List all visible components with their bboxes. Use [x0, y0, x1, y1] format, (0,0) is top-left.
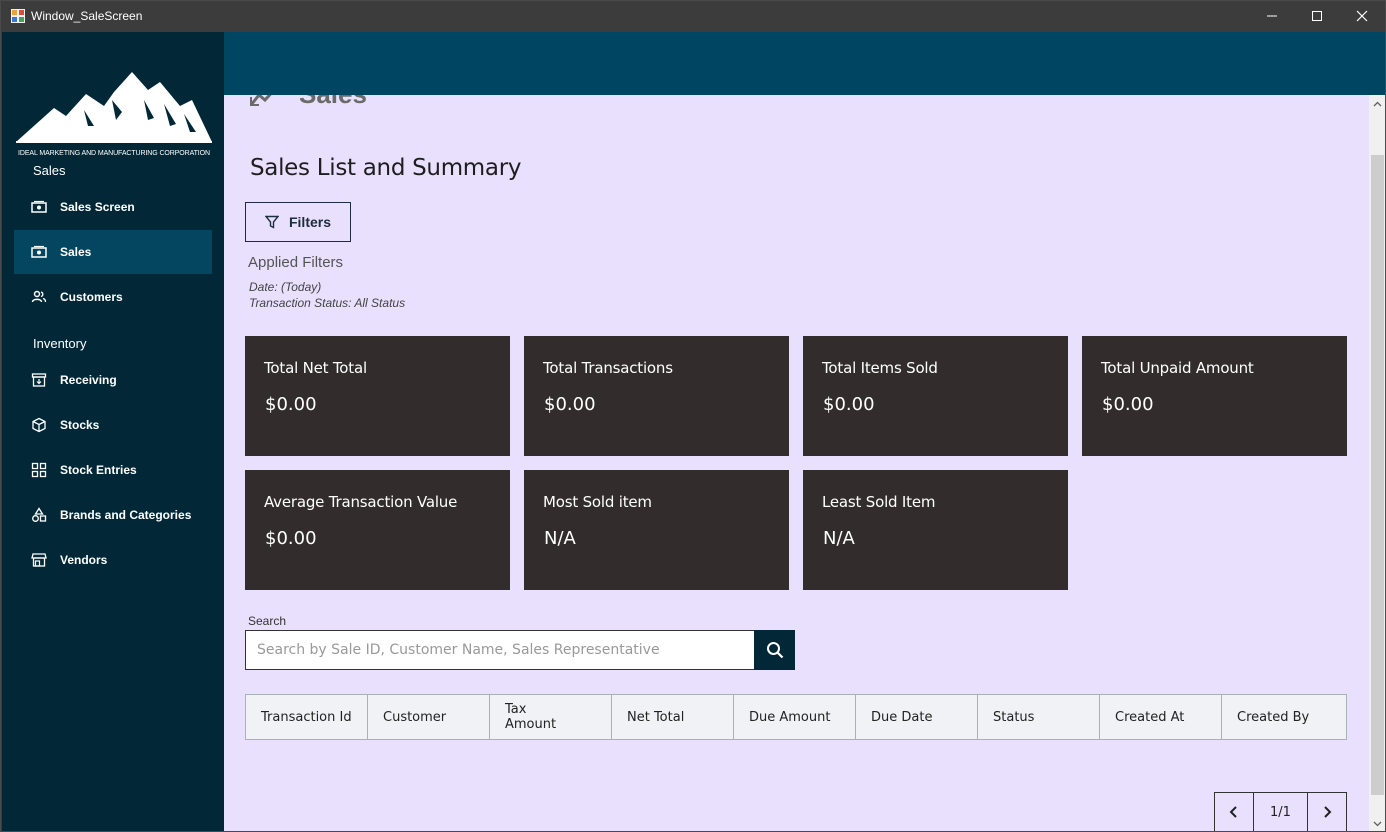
sidebar-item-vendors[interactable]: Vendors — [14, 538, 212, 582]
sidebar-item-label: Stock Entries — [60, 463, 137, 477]
sidebar-item-label: Stocks — [60, 418, 100, 432]
filters-button-label: Filters — [288, 214, 331, 230]
card-value: N/A — [823, 528, 855, 549]
section-heading: Sales List and Summary — [250, 155, 522, 181]
card-value: $0.00 — [823, 394, 875, 415]
section-label-inventory: Inventory — [33, 336, 87, 351]
people-icon — [31, 289, 47, 305]
card-label: Total Items Sold — [822, 359, 938, 377]
card-value: $0.00 — [544, 394, 596, 415]
window-title: Window_SaleScreen — [31, 9, 143, 23]
chevron-right-icon — [1324, 806, 1332, 818]
minimize-button[interactable] — [1249, 1, 1295, 31]
filters-button[interactable]: Filters — [245, 202, 351, 242]
summary-card-total-items-sold: Total Items Sold $0.00 — [803, 336, 1068, 456]
card-label: Most Sold item — [543, 493, 652, 511]
search-icon — [766, 642, 783, 659]
chevron-left-icon — [1229, 806, 1237, 818]
chevron-up-icon — [1373, 101, 1382, 106]
sidebar-item-sales[interactable]: Sales — [14, 230, 212, 274]
column-header-net-total[interactable]: Net Total — [612, 695, 734, 739]
sidebar-item-label: Receiving — [60, 373, 117, 387]
search-button[interactable] — [754, 630, 795, 670]
title-bar: Window_SaleScreen — [1, 1, 1385, 31]
sidebar-item-stocks[interactable]: Stocks — [14, 403, 212, 447]
summary-card-least-sold-item: Least Sold Item N/A — [803, 470, 1068, 590]
column-header-due-amount[interactable]: Due Amount — [734, 695, 856, 739]
column-header-created-by[interactable]: Created By — [1222, 695, 1346, 739]
sidebar-item-label: Sales Screen — [60, 200, 135, 214]
shapes-icon — [31, 507, 47, 523]
maximize-button[interactable] — [1294, 1, 1340, 31]
filter-icon — [264, 215, 279, 229]
summary-card-total-transactions: Total Transactions $0.00 — [524, 336, 789, 456]
card-value: N/A — [544, 528, 576, 549]
previous-page-button[interactable] — [1214, 792, 1254, 831]
sidebar: IDEAL MARKETING AND MANUFACTURING CORPOR… — [2, 32, 224, 831]
page-indicator-label: 1/1 — [1270, 804, 1291, 820]
column-header-status[interactable]: Status — [978, 695, 1100, 739]
summary-card-total-net-total: Total Net Total $0.00 — [245, 336, 510, 456]
close-icon — [1356, 10, 1368, 22]
sidebar-item-brands-and-categories[interactable]: Brands and Categories — [14, 493, 212, 537]
column-header-customer[interactable]: Customer — [368, 695, 490, 739]
card-label: Average Transaction Value — [264, 493, 458, 511]
minimize-icon — [1267, 15, 1277, 17]
summary-card-average-transaction-value: Average Transaction Value $0.00 — [245, 470, 510, 590]
page-indicator: 1/1 — [1253, 792, 1308, 831]
box-icon — [31, 417, 47, 433]
card-label: Total Net Total — [264, 359, 367, 377]
maximize-icon — [1312, 11, 1322, 21]
search-caption: Search — [248, 614, 287, 628]
sidebar-item-label: Customers — [60, 290, 123, 304]
scrollbar-thumb[interactable] — [1371, 155, 1384, 795]
section-label-sales: Sales — [33, 163, 66, 178]
search-input[interactable] — [245, 630, 755, 670]
main-content: Sales Sales List and Summary Filters App… — [224, 95, 1369, 831]
summary-card-most-sold-item: Most Sold item N/A — [524, 470, 789, 590]
column-header-transaction-id[interactable]: Transaction Id — [246, 695, 368, 739]
top-header-band — [224, 32, 1385, 95]
applied-filter-status: Transaction Status: All Status — [249, 296, 406, 310]
trending-chart-icon — [249, 95, 272, 106]
grid-icon — [31, 462, 47, 478]
money-icon — [31, 199, 47, 215]
sidebar-item-label: Vendors — [60, 553, 108, 567]
card-value: $0.00 — [1102, 394, 1154, 415]
chevron-down-icon — [1373, 821, 1382, 826]
company-logo: IDEAL MARKETING AND MANUFACTURING CORPOR… — [14, 60, 214, 160]
applied-filters-title: Applied Filters — [248, 254, 344, 271]
sidebar-item-label: Brands and Categories — [60, 508, 192, 522]
column-header-due-date[interactable]: Due Date — [856, 695, 978, 739]
store-icon — [31, 552, 47, 568]
summary-card-total-unpaid-amount: Total Unpaid Amount $0.00 — [1082, 336, 1347, 456]
card-label: Least Sold Item — [822, 493, 936, 511]
vertical-scrollbar[interactable] — [1369, 95, 1385, 831]
mountain-logo-icon — [16, 72, 212, 143]
sales-table-header: Transaction Id Customer Tax Amount Net T… — [245, 694, 1347, 740]
sidebar-item-receiving[interactable]: Receiving — [14, 358, 212, 402]
column-header-tax-amount[interactable]: Tax Amount — [490, 695, 612, 739]
applied-filter-date: Date: (Today) — [249, 280, 322, 294]
column-header-created-at[interactable]: Created At — [1100, 695, 1222, 739]
next-page-button[interactable] — [1307, 792, 1347, 831]
close-window-button[interactable] — [1339, 1, 1385, 31]
sidebar-item-sales-screen[interactable]: Sales Screen — [14, 185, 212, 229]
money-icon — [31, 244, 47, 260]
sidebar-item-stock-entries[interactable]: Stock Entries — [14, 448, 212, 492]
card-value: $0.00 — [265, 394, 317, 415]
sidebar-item-customers[interactable]: Customers — [14, 275, 212, 319]
app-window: Window_SaleScreen IDEAL MARKETING AND MA… — [0, 0, 1386, 832]
card-label: Total Unpaid Amount — [1101, 359, 1254, 377]
logo-text: IDEAL MARKETING AND MANUFACTURING CORPOR… — [18, 150, 210, 157]
sidebar-item-label: Sales — [60, 245, 92, 259]
scroll-up-button[interactable] — [1369, 95, 1385, 112]
archive-icon — [31, 372, 47, 388]
scroll-down-button[interactable] — [1369, 815, 1385, 831]
app-icon — [11, 9, 25, 23]
page-title: Sales — [299, 95, 367, 110]
card-value: $0.00 — [265, 528, 317, 549]
card-label: Total Transactions — [543, 359, 673, 377]
